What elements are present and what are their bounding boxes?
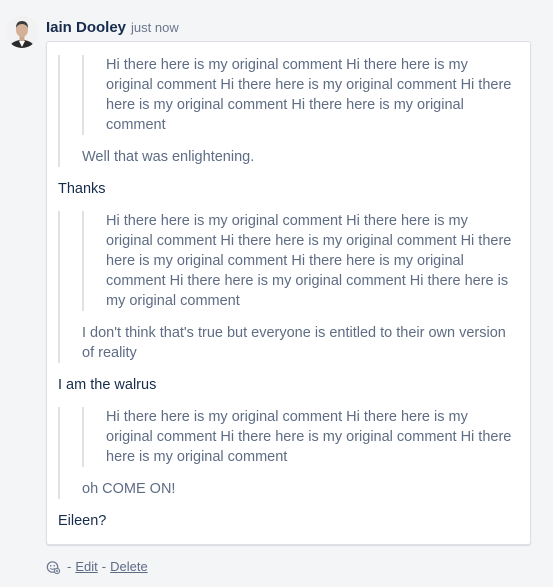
nested-blockquote: Hi there here is my original comment Hi …: [82, 55, 518, 135]
blockquote: Hi there here is my original comment Hi …: [58, 407, 518, 499]
quote-reply-text: oh COME ON!: [82, 481, 176, 497]
edit-link[interactable]: Edit: [75, 559, 97, 574]
nested-quote-text: Hi there here is my original comment Hi …: [106, 409, 512, 465]
nested-blockquote: Hi there here is my original comment Hi …: [82, 407, 518, 467]
blockquote: Hi there here is my original comment Hi …: [58, 211, 518, 363]
comment-header: Iain Dooley just now: [46, 19, 179, 39]
comment-timestamp: just now: [131, 20, 179, 35]
blockquote: Hi there here is my original comment Hi …: [58, 55, 518, 167]
nested-quote-text: Hi there here is my original comment Hi …: [106, 213, 512, 309]
comment-paragraph: Thanks: [58, 181, 106, 197]
delete-link[interactable]: Delete: [110, 559, 148, 574]
avatar[interactable]: [6, 16, 38, 48]
action-separator: -: [101, 559, 107, 574]
comment-actions: - Edit - Delete: [46, 559, 148, 574]
nested-quote-text: Hi there here is my original comment Hi …: [106, 57, 512, 133]
comment: Iain Dooley just now Hi there here is my …: [0, 0, 553, 587]
action-separator: -: [67, 559, 72, 574]
comment-body: Hi there here is my original comment Hi …: [46, 41, 531, 545]
author-name[interactable]: Iain Dooley: [46, 19, 126, 36]
quote-reply-text: Well that was enlightening.: [82, 149, 255, 165]
comment-paragraph: I am the walrus: [58, 377, 157, 393]
add-reaction-icon[interactable]: [46, 560, 61, 574]
comment-paragraph: Eileen?: [58, 513, 107, 529]
nested-blockquote: Hi there here is my original comment Hi …: [82, 211, 518, 311]
quote-reply-text: I don't think that's true but everyone i…: [82, 325, 506, 361]
